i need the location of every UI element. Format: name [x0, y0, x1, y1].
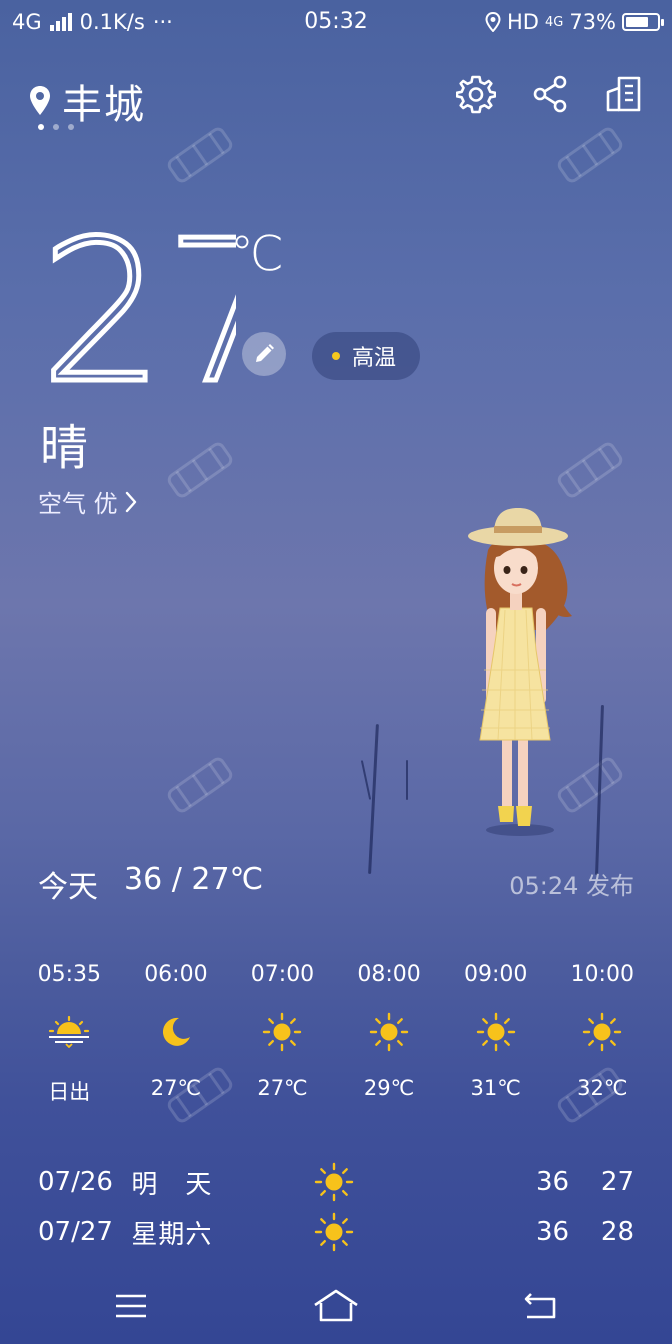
status-bar: 4G 0.1K/s ··· 05:32 HD 4G 73% [0, 0, 672, 46]
temperature-unit: ℃ [230, 226, 284, 282]
hour-time: 10:00 [570, 962, 634, 987]
location-icon [485, 12, 501, 32]
daily-date: 07/27 [38, 1217, 113, 1247]
city-selector[interactable]: 丰城 [28, 72, 146, 130]
hour-temp: 29℃ [363, 1076, 415, 1100]
hourly-forecast[interactable]: 05:35 日出 06:00 27℃ 07:00 27℃ 08:00 29℃ 0… [16, 962, 656, 1106]
hour-time: 08:00 [357, 962, 421, 987]
status-right: HD 4G 73% [485, 10, 664, 34]
weather-condition: 晴 [40, 420, 89, 476]
battery-level [626, 17, 648, 27]
hour-time: 09:00 [463, 962, 528, 987]
watermark-logo [167, 757, 233, 813]
alert-dot [332, 352, 340, 360]
daily-date: 07/26 [38, 1167, 113, 1197]
publish-time: 05:24 发布 [509, 872, 634, 900]
hour-temp: 32℃ [577, 1076, 628, 1100]
sun-icon [262, 1010, 302, 1054]
daily-low: 28 [600, 1217, 635, 1247]
today-summary: 今天 36 / 27℃ [38, 862, 263, 906]
hour-time: 07:00 [250, 962, 315, 987]
daily-forecast-row[interactable]: 07/26 明 天 36 27 [38, 1162, 634, 1202]
hd-indicator: HD [506, 10, 539, 34]
share-icon [533, 75, 567, 113]
alert-label: 高温 [352, 346, 397, 371]
hourly-item: 10:00 32℃ [549, 962, 656, 1106]
location-pin-icon [30, 86, 50, 115]
reed [406, 760, 408, 800]
back-button[interactable] [516, 1286, 566, 1326]
hour-temp: 27℃ [257, 1076, 308, 1100]
air-quality-link[interactable]: 空气 优 [38, 484, 138, 519]
daily-day: 星期六 [131, 1219, 213, 1250]
hour-temp: 31℃ [470, 1076, 521, 1100]
chevron-right-icon [125, 491, 136, 512]
city-name: 丰城 [62, 82, 146, 128]
menu-button[interactable] [106, 1286, 156, 1326]
air-quality-label: 空气 优 [38, 490, 118, 518]
share-button[interactable] [530, 72, 570, 116]
city-manage-button[interactable] [604, 72, 644, 116]
watermark-logo [557, 127, 623, 183]
weather-character-illustration [468, 508, 572, 836]
header-actions [456, 72, 644, 116]
home-icon [314, 1289, 358, 1322]
moon-icon [159, 1010, 193, 1054]
sun-icon [582, 1010, 622, 1054]
page-dot [38, 124, 44, 130]
temperature-value: 27 [40, 212, 236, 392]
daily-high: 36 [536, 1217, 570, 1247]
today-range: 36 / 27℃ [124, 862, 264, 897]
menu-icon [116, 1294, 146, 1318]
page-dot [68, 124, 74, 130]
daily-day: 明 天 [131, 1169, 213, 1200]
hour-temp: 27℃ [150, 1076, 202, 1100]
system-navigation-bar [0, 1268, 672, 1344]
hourly-item: 07:00 27℃ [229, 962, 336, 1106]
daily-high: 36 [536, 1167, 570, 1197]
sun-icon [476, 1010, 516, 1054]
watermark-logo [167, 442, 233, 498]
today-label: 今天 [38, 870, 98, 905]
daily-forecast-row[interactable]: 07/27 星期六 36 28 [38, 1212, 634, 1252]
building-icon [606, 76, 641, 112]
edit-button[interactable] [242, 332, 286, 376]
daily-low: 27 [600, 1167, 635, 1197]
hourly-item: 06:00 27℃ [123, 962, 230, 1106]
hourly-item: 08:00 29℃ [336, 962, 443, 1106]
sun-icon [369, 1010, 409, 1054]
hour-time: 05:35 [37, 962, 101, 987]
network-type-2: 4G [544, 14, 564, 30]
gear-icon [456, 75, 496, 114]
sun-icon [310, 1212, 533, 1252]
watermark-logo [167, 127, 233, 183]
battery-percent: 73% [569, 10, 616, 34]
hourly-item: 05:35 日出 [16, 962, 123, 1106]
pencil-icon [256, 344, 274, 362]
battery-icon [622, 13, 664, 31]
hour-temp: 日出 [48, 1080, 91, 1104]
back-icon [524, 1293, 556, 1319]
reed [360, 760, 372, 800]
current-temperature: 27 [38, 212, 237, 392]
sunrise-icon [47, 1010, 91, 1054]
weather-alert-badge[interactable]: 高温 [312, 332, 421, 380]
sun-icon [310, 1162, 533, 1202]
hourly-item: 09:00 31℃ [442, 962, 549, 1106]
settings-button[interactable] [456, 72, 496, 116]
page-indicator [38, 124, 74, 130]
home-button[interactable] [311, 1286, 361, 1326]
page-dot [53, 124, 59, 130]
watermark-logo [557, 442, 623, 498]
hour-time: 06:00 [144, 962, 208, 987]
